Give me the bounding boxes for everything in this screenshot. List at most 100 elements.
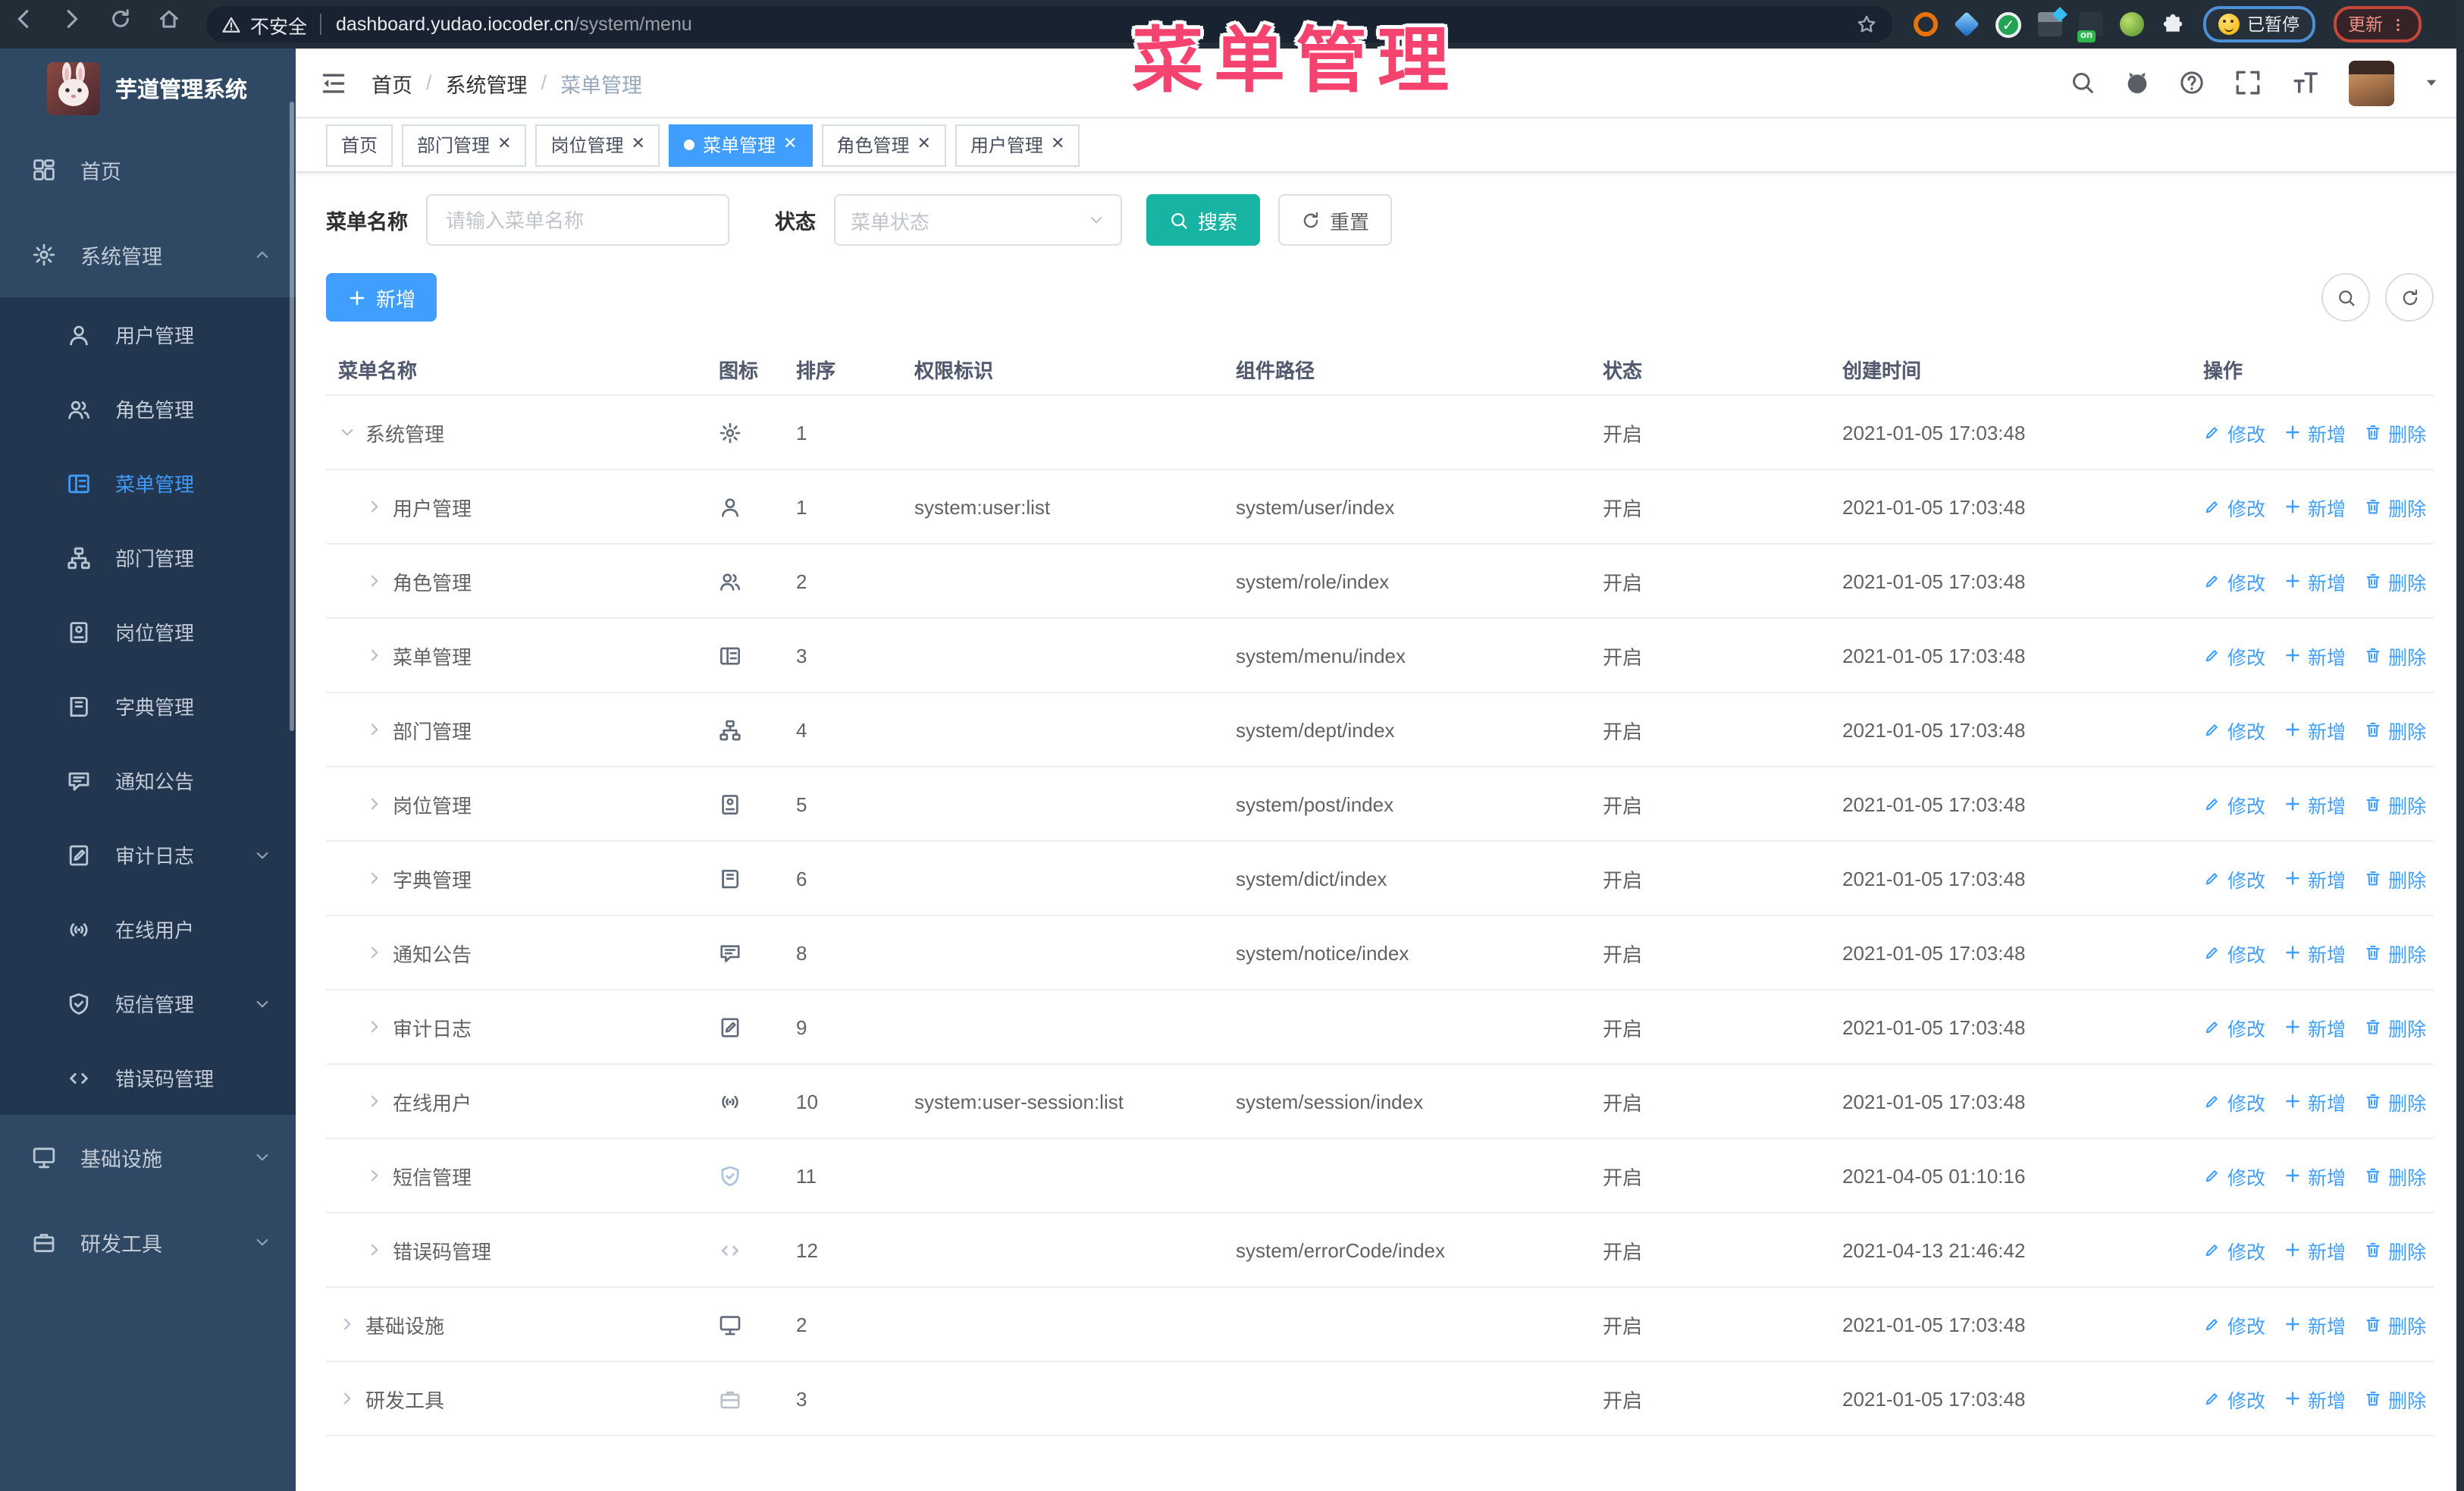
help-icon[interactable] <box>2179 70 2205 96</box>
action-delete-link[interactable]: 删除 <box>2364 1384 2426 1413</box>
toggle-search-button[interactable] <box>2321 273 2370 322</box>
sidebar-scrollbar[interactable] <box>290 102 294 731</box>
browser-forward-button[interactable] <box>61 8 94 41</box>
action-delete-link[interactable]: 删除 <box>2364 418 2426 447</box>
action-delete-link[interactable]: 删除 <box>2364 789 2426 818</box>
sidebar-item-user[interactable]: 用户管理 <box>0 297 296 372</box>
extension-monkey-icon[interactable] <box>2120 12 2144 36</box>
sidebar-item-post[interactable]: 岗位管理 <box>0 595 296 669</box>
add-button[interactable]: 新增 <box>326 273 437 322</box>
action-add-link[interactable]: 新增 <box>2284 641 2346 670</box>
close-icon[interactable]: ✕ <box>917 136 930 153</box>
expand-right-icon[interactable] <box>365 498 384 516</box>
action-edit-link[interactable]: 修改 <box>2203 938 2265 967</box>
sidebar-item-users[interactable]: 角色管理 <box>0 372 296 446</box>
action-delete-link[interactable]: 删除 <box>2364 1087 2426 1116</box>
action-add-link[interactable]: 新增 <box>2284 1087 2346 1116</box>
action-delete-link[interactable]: 删除 <box>2364 567 2426 595</box>
fullscreen-icon[interactable] <box>2234 68 2262 97</box>
bookmark-star-icon[interactable] <box>1856 14 1877 35</box>
expand-right-icon[interactable] <box>338 1389 356 1408</box>
action-add-link[interactable]: 新增 <box>2284 492 2346 521</box>
extensions-puzzle-icon[interactable] <box>2161 12 2185 36</box>
sidebar-item-online[interactable]: 在线用户 <box>0 892 296 966</box>
extension-orange-icon[interactable] <box>1914 12 1938 36</box>
action-edit-link[interactable]: 修改 <box>2203 1012 2265 1041</box>
expand-right-icon[interactable] <box>365 943 384 962</box>
sidebar-item-monitor[interactable]: 基础设施 <box>0 1115 296 1200</box>
tab-角色管理[interactable]: 角色管理 ✕ <box>821 124 946 166</box>
address-bar[interactable]: 不安全 dashboard.yudao.iocoder.cn/system/me… <box>206 6 1892 42</box>
action-add-link[interactable]: 新增 <box>2284 715 2346 744</box>
sidebar-item-notice[interactable]: 通知公告 <box>0 743 296 818</box>
sidebar-item-tree[interactable]: 部门管理 <box>0 520 296 595</box>
sidebar-item-tool[interactable]: 研发工具 <box>0 1200 296 1285</box>
action-edit-link[interactable]: 修改 <box>2203 641 2265 670</box>
expand-right-icon[interactable] <box>365 795 384 813</box>
reset-button[interactable]: 重置 <box>1278 194 1393 246</box>
extension-gem-icon[interactable] <box>1954 11 1980 37</box>
action-delete-link[interactable]: 删除 <box>2364 1161 2426 1190</box>
action-add-link[interactable]: 新增 <box>2284 418 2346 447</box>
action-edit-link[interactable]: 修改 <box>2203 1384 2265 1413</box>
action-delete-link[interactable]: 删除 <box>2364 492 2426 521</box>
action-edit-link[interactable]: 修改 <box>2203 567 2265 595</box>
tab-用户管理[interactable]: 用户管理 ✕ <box>955 124 1080 166</box>
action-add-link[interactable]: 新增 <box>2284 1310 2346 1339</box>
sidebar-collapse-button[interactable] <box>320 69 347 96</box>
action-delete-link[interactable]: 删除 <box>2364 864 2426 893</box>
sidebar-item-dashboard[interactable]: 首页 <box>0 127 296 212</box>
github-icon[interactable] <box>2124 70 2150 96</box>
page-scrollbar[interactable] <box>2456 0 2464 1491</box>
expand-right-icon[interactable] <box>365 572 384 590</box>
expand-down-icon[interactable] <box>338 423 356 441</box>
action-add-link[interactable]: 新增 <box>2284 938 2346 967</box>
tab-首页[interactable]: 首页 <box>326 124 393 166</box>
user-avatar[interactable] <box>2349 60 2394 105</box>
avatar-caret-icon[interactable] <box>2423 74 2440 91</box>
sidebar-logo[interactable]: 芋道管理系统 <box>0 49 296 127</box>
sidebar-item-log[interactable]: 审计日志 <box>0 818 296 892</box>
action-edit-link[interactable]: 修改 <box>2203 1087 2265 1116</box>
tab-岗位管理[interactable]: 岗位管理 ✕ <box>535 124 660 166</box>
action-edit-link[interactable]: 修改 <box>2203 418 2265 447</box>
expand-right-icon[interactable] <box>365 869 384 887</box>
browser-reload-button[interactable] <box>109 8 143 41</box>
expand-right-icon[interactable] <box>338 1315 356 1333</box>
sidebar-item-menu[interactable]: 菜单管理 <box>0 446 296 520</box>
sidebar-item-sms[interactable]: 短信管理 <box>0 966 296 1041</box>
action-delete-link[interactable]: 删除 <box>2364 938 2426 967</box>
tab-部门管理[interactable]: 部门管理 ✕ <box>402 124 527 166</box>
close-icon[interactable]: ✕ <box>497 136 511 153</box>
refresh-table-button[interactable] <box>2385 273 2434 322</box>
extension-tabs-icon[interactable] <box>2038 12 2062 36</box>
sidebar-item-code[interactable]: 错误码管理 <box>0 1041 296 1115</box>
header-search-icon[interactable] <box>2070 70 2096 96</box>
browser-home-button[interactable] <box>158 8 191 41</box>
sidebar-item-gear[interactable]: 系统管理 <box>0 212 296 297</box>
extension-check-icon[interactable]: ✓ <box>1995 11 2021 37</box>
search-button[interactable]: 搜索 <box>1146 194 1261 246</box>
breadcrumb-item[interactable]: 系统管理 <box>446 67 528 98</box>
expand-right-icon[interactable] <box>365 720 384 739</box>
action-add-link[interactable]: 新增 <box>2284 1384 2346 1413</box>
font-size-icon[interactable] <box>2291 68 2320 97</box>
expand-right-icon[interactable] <box>365 646 384 664</box>
menu-name-input[interactable] <box>426 194 729 246</box>
action-delete-link[interactable]: 删除 <box>2364 641 2426 670</box>
expand-right-icon[interactable] <box>365 1018 384 1036</box>
action-edit-link[interactable]: 修改 <box>2203 864 2265 893</box>
paused-badge[interactable]: 已暂停 <box>2203 6 2315 42</box>
breadcrumb-item[interactable]: 首页 <box>371 67 412 98</box>
action-add-link[interactable]: 新增 <box>2284 864 2346 893</box>
close-icon[interactable]: ✕ <box>632 136 645 153</box>
sidebar-item-dict[interactable]: 字典管理 <box>0 669 296 743</box>
close-icon[interactable]: ✕ <box>1051 136 1064 153</box>
action-add-link[interactable]: 新增 <box>2284 789 2346 818</box>
close-icon[interactable]: ✕ <box>783 136 797 153</box>
expand-right-icon[interactable] <box>365 1166 384 1185</box>
expand-right-icon[interactable] <box>365 1092 384 1110</box>
action-edit-link[interactable]: 修改 <box>2203 1235 2265 1264</box>
action-edit-link[interactable]: 修改 <box>2203 1161 2265 1190</box>
update-button[interactable]: 更新 <box>2333 6 2421 42</box>
